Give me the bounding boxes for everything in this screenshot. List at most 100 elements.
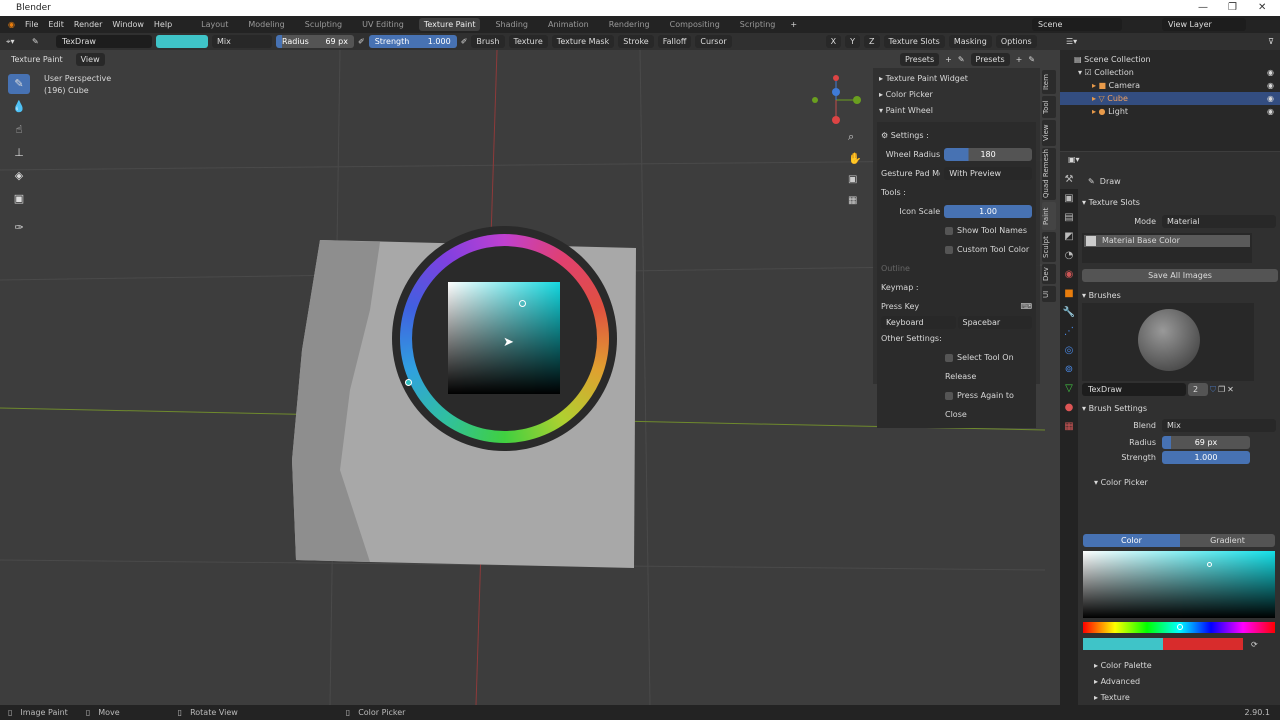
texture-menu[interactable]: Texture (508, 35, 548, 48)
brush-edit-icon[interactable]: ✎ (958, 55, 965, 64)
material-tab-icon[interactable]: ● (1060, 398, 1078, 417)
unlink-icon[interactable]: ✕ (1227, 382, 1234, 397)
clone-tool-icon[interactable]: ⊥ (8, 143, 30, 163)
wheel-radius-slider[interactable]: 180 (944, 148, 1032, 161)
sidebar-tab-paint[interactable]: Paint (1042, 202, 1056, 230)
maximize-button[interactable]: ❐ (1228, 0, 1237, 16)
duplicate-icon[interactable]: ❐ (1218, 382, 1225, 397)
gesture-pad-dropdown[interactable]: With Preview (944, 167, 1032, 180)
texture-slots-panel[interactable]: ▾ Texture Slots (1082, 195, 1278, 210)
select-tool-on-release-checkbox[interactable]: Select Tool On Release (881, 348, 1032, 386)
smear-tool-icon[interactable]: ☝ (8, 120, 30, 140)
view-layer-selector[interactable]: View Layer (1162, 18, 1246, 31)
annotate-tool-icon[interactable]: ✑ (8, 218, 30, 238)
tab-scripting[interactable]: Scripting (735, 18, 781, 31)
physics-tab-icon[interactable]: ◎ (1060, 341, 1078, 360)
icon-scale-slider[interactable]: 1.00 (944, 205, 1032, 218)
add-preset-icon[interactable]: + (945, 55, 952, 64)
particles-tab-icon[interactable]: ⋰ (1060, 322, 1078, 341)
saturation-value-field[interactable] (1083, 551, 1275, 618)
masking-menu[interactable]: Masking (948, 35, 992, 48)
modifier-tab-icon[interactable]: 🔧 (1060, 303, 1078, 322)
brush-settings-panel[interactable]: ▾ Brush Settings (1082, 401, 1278, 416)
add-workspace-button[interactable]: + (790, 20, 797, 29)
panel-color-picker[interactable]: ▸ Color Picker (879, 87, 1034, 103)
tab-rendering[interactable]: Rendering (604, 18, 655, 31)
radius-slider[interactable]: 69 px (1162, 436, 1250, 449)
stroke-menu[interactable]: Stroke (618, 35, 654, 48)
tab-uv-editing[interactable]: UV Editing (357, 18, 409, 31)
mask-tool-icon[interactable]: ▣ (8, 189, 30, 209)
pressure-icon[interactable]: ✐ (461, 37, 468, 46)
soften-tool-icon[interactable]: 💧 (8, 97, 30, 117)
texture-mask-menu[interactable]: Texture Mask (551, 35, 615, 48)
texture-tab-icon[interactable]: ▦ (1060, 417, 1078, 436)
spacebar-dropdown[interactable]: Spacebar (957, 316, 1032, 329)
menu-edit[interactable]: Edit (48, 20, 64, 29)
tool-tab-icon[interactable]: ⚒ (1060, 170, 1078, 189)
scene-selector[interactable]: Scene (1032, 18, 1122, 31)
world-tab-icon[interactable]: ◉ (1060, 265, 1078, 284)
mode-dropdown[interactable]: Texture Paint (6, 53, 68, 66)
show-tool-names-checkbox[interactable]: Show Tool Names (881, 221, 1032, 240)
axis-z[interactable]: Z (864, 35, 880, 48)
close-button[interactable]: ✕ (1258, 0, 1266, 16)
tab-compositing[interactable]: Compositing (665, 18, 725, 31)
collection-item[interactable]: ▾ ☑ Collection ◉ (1060, 66, 1280, 79)
object-tab-icon[interactable]: ■ (1060, 284, 1078, 303)
tab-color[interactable]: Color (1083, 534, 1180, 547)
view-menu[interactable]: View (75, 52, 105, 66)
press-again-to-close-checkbox[interactable]: Press Again to Close (881, 386, 1032, 424)
tab-layout[interactable]: Layout (196, 18, 233, 31)
blend-dropdown[interactable]: Mix (1162, 419, 1276, 432)
color-palette-panel[interactable]: ▸ Color Palette (1094, 658, 1152, 674)
outliner-item-light[interactable]: ▸ ● Light ◉ (1060, 105, 1280, 118)
brush-tool-icon[interactable]: ✎ (32, 37, 52, 46)
primary-color-swatch[interactable] (1083, 638, 1163, 650)
secondary-color-swatch[interactable] (1163, 638, 1243, 650)
brush-users-count[interactable]: 2 (1188, 383, 1208, 396)
sidebar-tab-sculpt[interactable]: Sculpt (1042, 232, 1056, 262)
axis-y[interactable]: Y (845, 35, 861, 48)
sidebar-tab-tool[interactable]: Tool (1042, 96, 1056, 118)
sidebar-tab-view[interactable]: View (1042, 120, 1056, 146)
strength-slider[interactable]: Strength 1.000 (368, 35, 457, 48)
navigation-gizmo[interactable]: ⌕ ✋ ▣ ▦ (805, 70, 865, 230)
draw-tool-icon[interactable]: ✎ (8, 74, 30, 94)
output-tab-icon[interactable]: ▤ (1060, 208, 1078, 227)
add-preset-icon[interactable]: + (1016, 55, 1023, 64)
save-all-images-button[interactable]: Save All Images (1082, 269, 1278, 282)
sidebar-tab-quad-remesh[interactable]: Quad Remesh (1042, 148, 1056, 200)
texture-slots-menu[interactable]: Texture Slots (883, 35, 945, 48)
brush-name-field[interactable]: TexDraw (1082, 383, 1186, 396)
fake-user-icon[interactable]: ⛉ (1210, 382, 1216, 397)
brush-name-field[interactable]: TexDraw (56, 35, 152, 48)
editor-type-icon[interactable]: ⌖▾ (6, 37, 28, 47)
strength-slider[interactable]: 1.000 (1162, 451, 1250, 464)
brushes-panel[interactable]: ▾ Brushes (1082, 288, 1278, 303)
menu-help[interactable]: Help (154, 20, 172, 29)
tab-modeling[interactable]: Modeling (243, 18, 289, 31)
falloff-menu[interactable]: Falloff (657, 35, 692, 48)
constraints-tab-icon[interactable]: ⊚ (1060, 360, 1078, 379)
sidebar-tab-dev[interactable]: Dev (1042, 264, 1056, 284)
tab-shading[interactable]: Shading (490, 18, 533, 31)
texture-slot-item[interactable]: Material Base Color (1084, 235, 1250, 247)
render-tab-icon[interactable]: ▣ (1060, 189, 1078, 208)
brush-preview[interactable] (1082, 303, 1254, 381)
radius-slider[interactable]: Radius 69 px (276, 35, 354, 48)
options-menu[interactable]: Options (995, 35, 1037, 48)
hue-slider[interactable] (1083, 622, 1275, 633)
tab-texture-paint[interactable]: Texture Paint (418, 18, 481, 31)
properties-type-icon[interactable]: ▣▾ (1060, 152, 1280, 170)
axis-x[interactable]: X (825, 35, 842, 48)
brush-menu[interactable]: Brush (471, 35, 505, 48)
outliner-item-camera[interactable]: ▸ ■ Camera ◉ (1060, 79, 1280, 92)
tab-gradient[interactable]: Gradient (1180, 534, 1275, 547)
menu-file[interactable]: File (25, 20, 38, 29)
presets-button-2[interactable]: Presets (970, 52, 1010, 66)
texture-panel[interactable]: ▸ Texture (1094, 690, 1152, 706)
blend-dropdown[interactable]: Mix (212, 35, 272, 48)
panel-paint-wheel[interactable]: ▾ Paint Wheel (879, 103, 1034, 119)
mode-dropdown[interactable]: Material (1162, 215, 1276, 228)
